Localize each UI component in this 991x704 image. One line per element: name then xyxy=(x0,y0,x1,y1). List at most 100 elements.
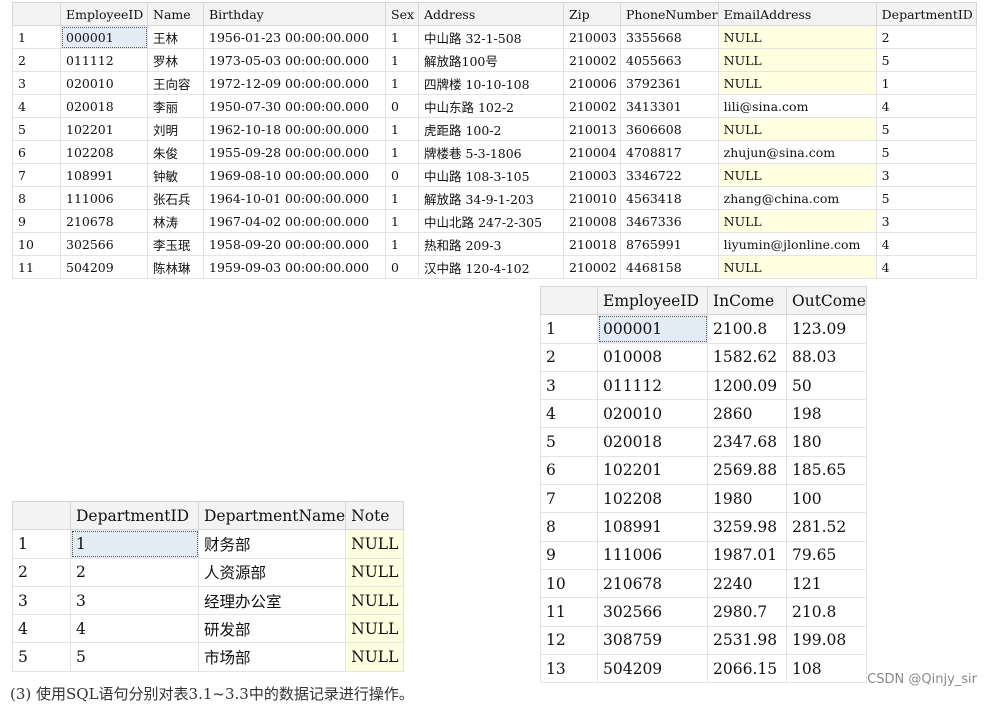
employees-column-header[interactable]: PhoneNumber xyxy=(620,2,719,26)
row-number[interactable]: 1 xyxy=(12,529,71,559)
row-number[interactable]: 3 xyxy=(12,71,61,95)
grid-cell[interactable]: 88.03 xyxy=(786,342,867,372)
grid-cell[interactable]: 中山路 108-3-105 xyxy=(418,163,564,187)
grid-cell[interactable]: 4 xyxy=(875,94,977,118)
row-number[interactable]: 11 xyxy=(12,255,61,279)
grid-cell[interactable]: 1964-10-01 00:00:00.000 xyxy=(203,186,386,210)
grid-cell[interactable]: 1 xyxy=(385,71,419,95)
grid-cell[interactable]: 1958-09-20 00:00:00.000 xyxy=(203,232,386,256)
grid-cell[interactable]: 4 xyxy=(875,255,977,279)
grid-cell[interactable]: 4055663 xyxy=(620,48,719,72)
grid-cell[interactable]: 210004 xyxy=(563,140,621,164)
grid-cell[interactable]: 1 xyxy=(385,232,419,256)
grid-cell[interactable]: 1950-07-30 00:00:00.000 xyxy=(203,94,386,118)
row-number[interactable]: 2 xyxy=(540,342,598,372)
grid-cell[interactable]: 185.65 xyxy=(786,455,867,486)
grid-cell[interactable]: 3 xyxy=(70,585,199,616)
grid-cell[interactable]: 1959-09-03 00:00:00.000 xyxy=(203,255,386,279)
grid-cell[interactable]: 102208 xyxy=(597,484,708,514)
employees-column-header[interactable]: EmployeeID xyxy=(60,2,148,26)
grid-cell[interactable]: 198 xyxy=(786,399,867,429)
grid-cell[interactable]: 1 xyxy=(70,529,199,559)
grid-cell[interactable]: 108991 xyxy=(60,163,148,187)
grid-cell[interactable]: 1955-09-28 00:00:00.000 xyxy=(203,140,386,164)
grid-cell[interactable]: 陈林琳 xyxy=(147,255,204,279)
grid-cell[interactable]: 2531.98 xyxy=(707,625,787,655)
grid-cell[interactable]: 王林 xyxy=(147,25,204,49)
grid-cell[interactable]: 123.09 xyxy=(786,314,867,344)
grid-cell[interactable]: 210002 xyxy=(563,48,621,72)
grid-cell[interactable]: NULL xyxy=(345,642,405,672)
row-number[interactable]: 4 xyxy=(12,614,71,644)
salary-grid[interactable]: EmployeeID InCome OutCome 1 000001 2100.8 123… xyxy=(540,285,867,684)
grid-cell[interactable]: 281.52 xyxy=(786,512,867,542)
grid-cell[interactable]: 010008 xyxy=(597,342,708,372)
grid-cell[interactable]: 1956-01-23 00:00:00.000 xyxy=(203,25,386,49)
grid-cell[interactable]: NULL xyxy=(717,48,877,72)
grid-cell[interactable]: NULL xyxy=(345,585,405,616)
grid-cell[interactable]: 3355668 xyxy=(620,25,719,49)
grid-cell[interactable]: lili@sina.com xyxy=(717,94,877,118)
grid-cell[interactable]: 4 xyxy=(875,232,977,256)
grid-cell[interactable]: 罗林 xyxy=(147,48,204,72)
row-number[interactable]: 8 xyxy=(12,186,61,210)
grid-cell[interactable]: 180 xyxy=(786,427,867,457)
departments-column-header[interactable]: Note xyxy=(345,500,405,531)
grid-cell[interactable]: 5 xyxy=(875,117,977,141)
employees-column-header[interactable]: DepartmentID xyxy=(875,2,977,26)
grid-cell[interactable]: NULL xyxy=(717,71,877,95)
grid-cell[interactable]: 210003 xyxy=(563,25,621,49)
grid-cell[interactable]: 李丽 xyxy=(147,94,204,118)
grid-cell[interactable]: 000001 xyxy=(60,25,148,49)
grid-cell[interactable]: 1 xyxy=(385,209,419,233)
grid-cell[interactable]: NULL xyxy=(345,529,405,559)
grid-cell[interactable]: zhujun@sina.com xyxy=(717,140,877,164)
grid-cell[interactable]: 302566 xyxy=(60,232,148,256)
grid-cell[interactable]: 111006 xyxy=(597,540,708,570)
grid-cell[interactable]: liyumin@jlonline.com xyxy=(717,232,877,256)
grid-cell[interactable]: 8765991 xyxy=(620,232,719,256)
grid-cell[interactable]: 中山北路 247-2-305 xyxy=(418,209,564,233)
grid-cell[interactable]: 011112 xyxy=(597,370,708,401)
employees-column-header[interactable]: Address xyxy=(418,2,564,26)
grid-cell[interactable]: 2 xyxy=(70,557,199,587)
grid-cell[interactable]: 1967-04-02 00:00:00.000 xyxy=(203,209,386,233)
row-number[interactable]: 9 xyxy=(540,540,598,570)
grid-cell[interactable]: 朱俊 xyxy=(147,140,204,164)
grid-cell[interactable]: 张石兵 xyxy=(147,186,204,210)
grid-cell[interactable]: 1 xyxy=(385,48,419,72)
grid-cell[interactable]: 1962-10-18 00:00:00.000 xyxy=(203,117,386,141)
salary-column-header[interactable]: InCome xyxy=(707,285,787,316)
row-number[interactable]: 2 xyxy=(12,557,71,587)
row-number[interactable]: 5 xyxy=(12,117,61,141)
departments-column-header[interactable]: DepartmentID xyxy=(70,500,199,531)
grid-cell[interactable]: 1200.09 xyxy=(707,370,787,401)
grid-cell[interactable]: 3259.98 xyxy=(707,512,787,542)
grid-cell[interactable]: 108991 xyxy=(597,512,708,542)
grid-cell[interactable]: 中山路 32-1-508 xyxy=(418,25,564,49)
grid-cell[interactable]: 热和路 209-3 xyxy=(418,232,564,256)
row-number[interactable]: 3 xyxy=(12,585,71,616)
grid-cell[interactable]: 5 xyxy=(875,186,977,210)
grid-cell[interactable]: 钟敏 xyxy=(147,163,204,187)
grid-cell[interactable]: 79.65 xyxy=(786,540,867,570)
grid-cell[interactable]: NULL xyxy=(717,209,877,233)
grid-cell[interactable]: 210678 xyxy=(60,209,148,233)
departments-column-header[interactable]: DepartmentName xyxy=(197,500,347,531)
grid-cell[interactable]: 汉中路 120-4-102 xyxy=(418,255,564,279)
grid-cell[interactable]: 1972-12-09 00:00:00.000 xyxy=(203,71,386,95)
grid-cell[interactable]: 1 xyxy=(385,186,419,210)
grid-cell[interactable]: 210003 xyxy=(563,163,621,187)
grid-cell[interactable]: 5 xyxy=(70,642,199,672)
grid-cell[interactable]: 3346722 xyxy=(620,163,719,187)
grid-cell[interactable]: 210.8 xyxy=(786,597,867,627)
grid-cell[interactable]: NULL xyxy=(717,25,877,49)
grid-cell[interactable]: 011112 xyxy=(60,48,148,72)
grid-cell[interactable]: 308759 xyxy=(597,625,708,655)
grid-cell[interactable]: 2569.88 xyxy=(707,455,787,486)
row-number[interactable]: 11 xyxy=(540,597,598,627)
grid-cell[interactable]: 3467336 xyxy=(620,209,719,233)
grid-cell[interactable]: 0 xyxy=(385,163,419,187)
row-number[interactable]: 12 xyxy=(540,625,598,655)
grid-cell[interactable]: 2347.68 xyxy=(707,427,787,457)
